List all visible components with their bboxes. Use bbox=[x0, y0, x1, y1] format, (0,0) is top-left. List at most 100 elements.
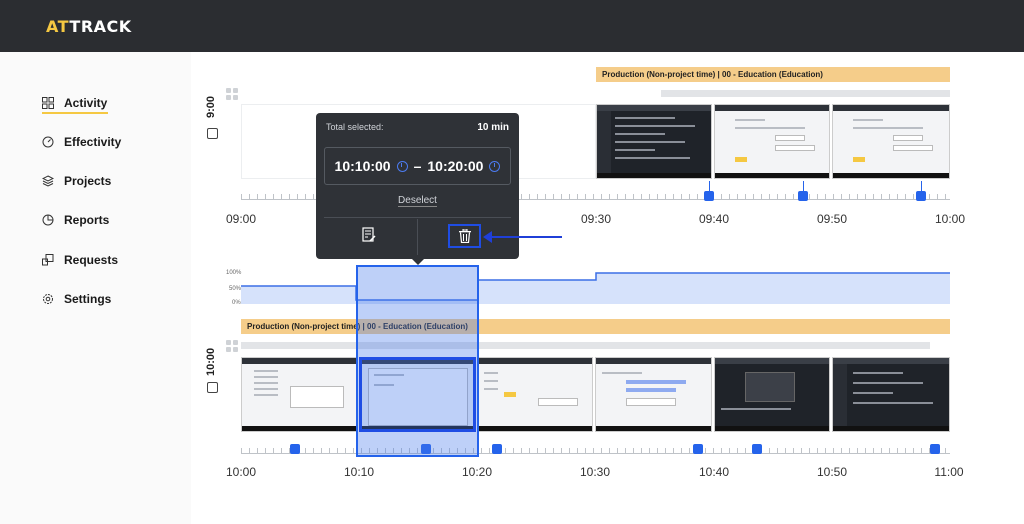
ruler-tick bbox=[897, 448, 898, 453]
clock-icon[interactable] bbox=[489, 160, 501, 172]
activity-gray-bar bbox=[661, 90, 950, 97]
ruler-tick bbox=[617, 448, 618, 453]
ruler-tick bbox=[529, 448, 530, 453]
sidebar-item-reports[interactable]: Reports bbox=[42, 209, 109, 231]
ruler-tick bbox=[689, 448, 690, 453]
ruler-tick bbox=[769, 194, 770, 199]
screenshot-thumbnail[interactable] bbox=[832, 104, 950, 179]
ruler-tick bbox=[913, 194, 914, 199]
ruler-tick bbox=[329, 448, 330, 453]
ruler-tick bbox=[921, 448, 922, 453]
screenshot-marker[interactable] bbox=[916, 191, 926, 201]
top-bar: ATTRACK bbox=[0, 0, 1024, 52]
sidebar-item-projects[interactable]: Projects bbox=[42, 170, 111, 192]
ruler-tick bbox=[537, 448, 538, 453]
screenshot-thumbnail[interactable] bbox=[714, 357, 830, 432]
ruler-tick bbox=[929, 194, 930, 199]
time-label: 09:00 bbox=[225, 212, 257, 226]
edit-report-icon[interactable] bbox=[362, 227, 376, 243]
screenshot-marker[interactable] bbox=[930, 444, 940, 454]
ruler-tick bbox=[481, 448, 482, 453]
ruler-tick bbox=[681, 194, 682, 199]
screenshot-marker[interactable] bbox=[752, 444, 762, 454]
ruler-tick bbox=[801, 448, 802, 453]
ruler-tick bbox=[313, 194, 314, 199]
grid-view-icon[interactable] bbox=[226, 340, 238, 352]
ruler-tick bbox=[513, 448, 514, 453]
project-bar[interactable]: Production (Non-project time) | 00 - Edu… bbox=[241, 319, 950, 334]
requests-icon bbox=[42, 254, 54, 266]
time-label: 11:00 bbox=[934, 465, 964, 479]
screenshot-marker[interactable] bbox=[704, 191, 714, 201]
screenshot-thumbnail[interactable] bbox=[241, 357, 357, 432]
popup-caret bbox=[412, 259, 424, 265]
ruler-tick bbox=[289, 194, 290, 199]
ruler-tick bbox=[273, 194, 274, 199]
ruler-tick bbox=[833, 448, 834, 453]
activity-level-label: 50% bbox=[229, 286, 242, 292]
logo-accent: AT bbox=[46, 17, 70, 36]
ruler-tick bbox=[689, 194, 690, 199]
ruler-tick bbox=[905, 194, 906, 199]
time-label: 09:50 bbox=[816, 212, 848, 226]
start-time[interactable]: 10:10:00 bbox=[335, 158, 391, 174]
ruler-tick bbox=[577, 194, 578, 199]
ruler-tick bbox=[657, 448, 658, 453]
screenshot-marker[interactable] bbox=[693, 444, 703, 454]
sidebar-item-label: Effectivity bbox=[64, 135, 122, 149]
ruler-tick bbox=[265, 448, 266, 453]
divider bbox=[417, 219, 418, 255]
screenshot-marker[interactable] bbox=[492, 444, 502, 454]
ruler-tick bbox=[937, 194, 938, 199]
sidebar-item-activity[interactable]: Activity bbox=[42, 92, 107, 114]
hour-checkbox[interactable] bbox=[207, 382, 218, 393]
ruler-tick bbox=[857, 194, 858, 199]
screenshot-thumbnail[interactable] bbox=[596, 104, 712, 179]
sidebar-item-settings[interactable]: Settings bbox=[42, 288, 111, 310]
sidebar-item-label: Requests bbox=[64, 253, 119, 267]
active-indicator bbox=[42, 112, 108, 114]
screenshot-thumbnail[interactable] bbox=[832, 357, 950, 432]
screenshot-marker[interactable] bbox=[798, 191, 808, 201]
hour-checkbox[interactable] bbox=[207, 128, 218, 139]
ruler-tick bbox=[241, 448, 242, 453]
ruler-tick bbox=[745, 194, 746, 199]
time-ruler[interactable] bbox=[241, 442, 950, 454]
ruler-tick bbox=[273, 448, 274, 453]
ruler-tick bbox=[353, 448, 354, 453]
screenshot-thumbnail[interactable] bbox=[714, 104, 830, 179]
ruler-tick bbox=[609, 194, 610, 199]
ruler-tick bbox=[649, 448, 650, 453]
activity-level-label: 0% bbox=[232, 300, 241, 306]
deselect-text[interactable]: Deselect bbox=[398, 195, 437, 207]
delete-button[interactable] bbox=[448, 224, 481, 248]
pie-chart-icon bbox=[42, 214, 54, 226]
app-logo[interactable]: ATTRACK bbox=[46, 17, 132, 36]
ruler-tick bbox=[889, 448, 890, 453]
ruler-tick bbox=[873, 194, 874, 199]
ruler-tick bbox=[249, 448, 250, 453]
sidebar-item-requests[interactable]: Requests bbox=[42, 249, 118, 271]
ruler-tick bbox=[641, 448, 642, 453]
ruler-tick bbox=[753, 194, 754, 199]
clock-icon[interactable] bbox=[396, 160, 408, 172]
ruler-tick bbox=[777, 448, 778, 453]
sidebar-item-effectivity[interactable]: Effectivity bbox=[42, 131, 121, 153]
ruler-tick bbox=[545, 448, 546, 453]
ruler-tick bbox=[841, 194, 842, 199]
end-time[interactable]: 10:20:00 bbox=[427, 158, 483, 174]
screenshot-thumbnail[interactable] bbox=[595, 357, 712, 432]
ruler-tick bbox=[601, 448, 602, 453]
screenshot-marker[interactable] bbox=[290, 444, 300, 454]
grid-view-icon[interactable] bbox=[226, 88, 238, 100]
sidebar-item-label: Settings bbox=[64, 292, 112, 306]
project-bar[interactable]: Production (Non-project time) | 00 - Edu… bbox=[596, 67, 950, 82]
ruler-tick bbox=[665, 448, 666, 453]
screenshot-thumbnail[interactable] bbox=[477, 357, 593, 432]
ruler-tick bbox=[913, 448, 914, 453]
deselect-link[interactable]: Deselect bbox=[316, 195, 519, 207]
ruler-tick bbox=[785, 194, 786, 199]
ruler-tick bbox=[777, 194, 778, 199]
time-range[interactable]: 10:10:00 – 10:20:00 bbox=[324, 147, 511, 185]
ruler-tick bbox=[721, 448, 722, 453]
